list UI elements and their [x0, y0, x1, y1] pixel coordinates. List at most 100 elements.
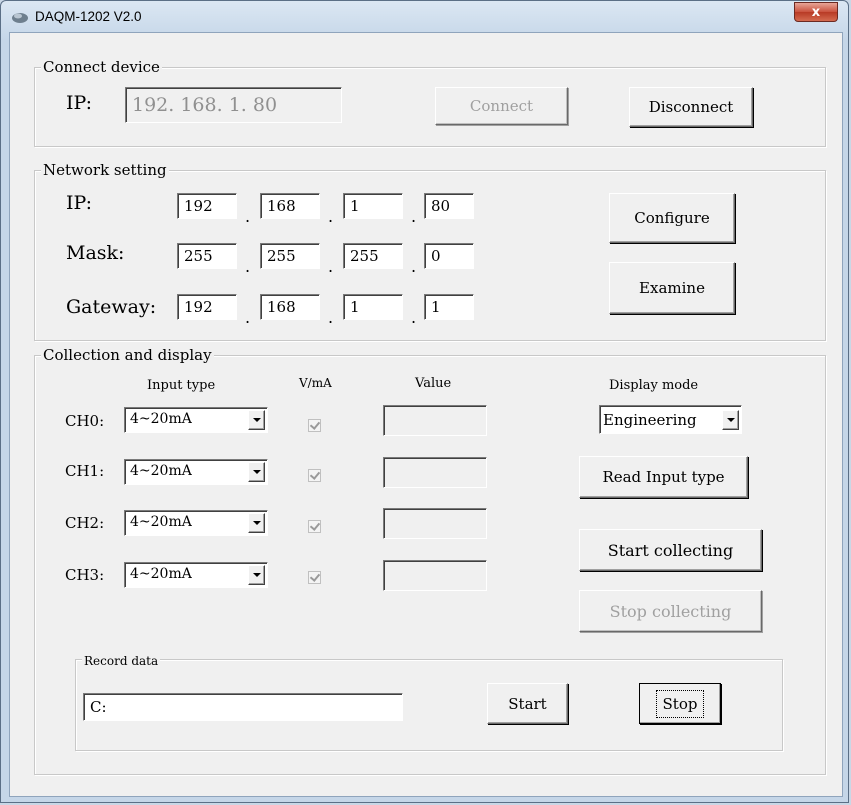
- gateway-octet-4[interactable]: 1: [424, 294, 474, 320]
- connect-ip-label: IP:: [66, 92, 93, 114]
- app-window: DAQM-1202 V2.0 x Connect device IP: 192.…: [0, 0, 849, 803]
- mask-octet-3[interactable]: 255: [343, 243, 403, 269]
- ch1-value-field: [383, 457, 487, 488]
- ch3-input-type-select[interactable]: 4~20mA: [124, 562, 268, 588]
- ch3-input-type-value: 4~20mA: [130, 566, 192, 582]
- ip-octet-2-value: 168: [267, 197, 296, 215]
- ch2-value-field: [383, 508, 487, 539]
- display-mode-select[interactable]: Engineering: [599, 405, 742, 434]
- ip-octet-1-value: 192: [184, 197, 213, 215]
- ch0-value-field: [383, 405, 487, 436]
- close-icon: x: [811, 5, 821, 20]
- record-stop-button[interactable]: Stop: [639, 683, 721, 724]
- connect-device-legend: Connect device: [41, 58, 162, 76]
- gateway-octet-1[interactable]: 192: [177, 294, 237, 320]
- examine-button[interactable]: Examine: [609, 262, 735, 314]
- ch2-input-type-select[interactable]: 4~20mA: [124, 510, 268, 536]
- configure-button[interactable]: Configure: [609, 193, 735, 243]
- stop-collecting-button[interactable]: Stop collecting: [579, 590, 762, 632]
- ch1-input-type-value: 4~20mA: [130, 463, 192, 479]
- ip-octet-4[interactable]: 80: [424, 193, 474, 219]
- record-start-label: Start: [508, 694, 547, 713]
- ip-dot-1: .: [245, 207, 251, 226]
- gateway-dot-3: .: [411, 308, 417, 327]
- chevron-down-icon[interactable]: [248, 462, 265, 482]
- ip-octet-3-value: 1: [350, 197, 360, 215]
- gateway-dot-1: .: [245, 308, 251, 327]
- vma-header: V/mA: [299, 376, 332, 390]
- record-start-button[interactable]: Start: [487, 683, 568, 724]
- mask-octet-4[interactable]: 0: [424, 243, 474, 269]
- gateway-octet-3-value: 1: [350, 298, 360, 316]
- mask-octet-2[interactable]: 255: [260, 243, 320, 269]
- client-area: Connect device IP: 192. 168. 1. 80 Conne…: [9, 32, 843, 797]
- app-icon: [12, 13, 28, 23]
- disconnect-button-label: Disconnect: [648, 98, 734, 116]
- window-title: DAQM-1202 V2.0: [35, 9, 142, 24]
- record-path-field[interactable]: C:: [83, 693, 403, 721]
- record-stop-label: Stop: [655, 689, 705, 718]
- mask-dot-2: .: [328, 257, 334, 276]
- gateway-octet-3[interactable]: 1: [343, 294, 403, 320]
- mask-label: Mask:: [66, 242, 125, 264]
- display-mode-label: Display mode: [609, 378, 699, 393]
- gateway-octet-4-value: 1: [431, 298, 441, 316]
- ip-dot-3: .: [411, 207, 417, 226]
- connect-button[interactable]: Connect: [435, 87, 568, 125]
- ch2-label: CH2:: [65, 514, 105, 532]
- network-ip-label: IP:: [66, 192, 93, 214]
- mask-octet-3-value: 255: [350, 247, 379, 265]
- ch0-vma-checkbox[interactable]: [308, 419, 321, 432]
- connect-button-label: Connect: [469, 97, 534, 115]
- start-collecting-button[interactable]: Start collecting: [579, 529, 762, 571]
- chevron-down-icon[interactable]: [248, 410, 265, 430]
- start-collecting-label: Start collecting: [607, 540, 734, 560]
- record-path-value: C:: [90, 698, 107, 716]
- mask-octet-4-value: 0: [431, 247, 441, 265]
- chevron-down-icon[interactable]: [722, 410, 739, 430]
- mask-octet-1[interactable]: 255: [177, 243, 237, 269]
- ip-octet-1[interactable]: 192: [177, 193, 237, 219]
- display-mode-value: Engineering: [603, 411, 697, 429]
- network-setting-legend: Network setting: [41, 161, 169, 179]
- mask-dot-1: .: [245, 257, 251, 276]
- connect-ip-value: 192. 168. 1. 80: [132, 94, 278, 116]
- mask-octet-2-value: 255: [267, 247, 296, 265]
- ip-dot-2: .: [328, 207, 334, 226]
- connect-ip-field[interactable]: 192. 168. 1. 80: [125, 87, 342, 123]
- title-bar[interactable]: DAQM-1202 V2.0 x: [1, 1, 848, 35]
- close-button[interactable]: x: [794, 2, 838, 22]
- read-input-type-label: Read Input type: [602, 468, 725, 486]
- stop-collecting-label: Stop collecting: [609, 601, 732, 621]
- ip-octet-3[interactable]: 1: [343, 193, 403, 219]
- gateway-dot-2: .: [328, 308, 334, 327]
- chevron-down-icon[interactable]: [248, 513, 265, 533]
- disconnect-button[interactable]: Disconnect: [629, 87, 753, 127]
- ch3-value-field: [383, 560, 487, 591]
- ch3-label: CH3:: [65, 566, 105, 584]
- chevron-down-icon[interactable]: [248, 565, 265, 585]
- gateway-octet-2-value: 168: [267, 298, 296, 316]
- ch0-input-type-select[interactable]: 4~20mA: [124, 407, 268, 433]
- ch2-vma-checkbox[interactable]: [308, 520, 321, 533]
- mask-dot-3: .: [411, 257, 417, 276]
- ch0-label: CH0:: [65, 412, 105, 430]
- ch2-input-type-value: 4~20mA: [130, 514, 192, 530]
- gateway-octet-2[interactable]: 168: [260, 294, 320, 320]
- value-header: Value: [415, 376, 452, 391]
- ch1-vma-checkbox[interactable]: [308, 469, 321, 482]
- gateway-octet-1-value: 192: [184, 298, 213, 316]
- record-data-legend: Record data: [82, 652, 161, 670]
- gateway-label: Gateway:: [66, 296, 157, 318]
- collection-display-legend: Collection and display: [41, 346, 214, 364]
- ch1-label: CH1:: [65, 462, 105, 480]
- read-input-type-button[interactable]: Read Input type: [579, 456, 748, 498]
- ch0-input-type-value: 4~20mA: [130, 411, 192, 427]
- ch1-input-type-select[interactable]: 4~20mA: [124, 459, 268, 485]
- input-type-header: Input type: [147, 378, 216, 393]
- ip-octet-2[interactable]: 168: [260, 193, 320, 219]
- configure-button-label: Configure: [634, 209, 710, 227]
- ip-octet-4-value: 80: [431, 197, 451, 215]
- ch3-vma-checkbox[interactable]: [308, 571, 321, 584]
- mask-octet-1-value: 255: [184, 247, 213, 265]
